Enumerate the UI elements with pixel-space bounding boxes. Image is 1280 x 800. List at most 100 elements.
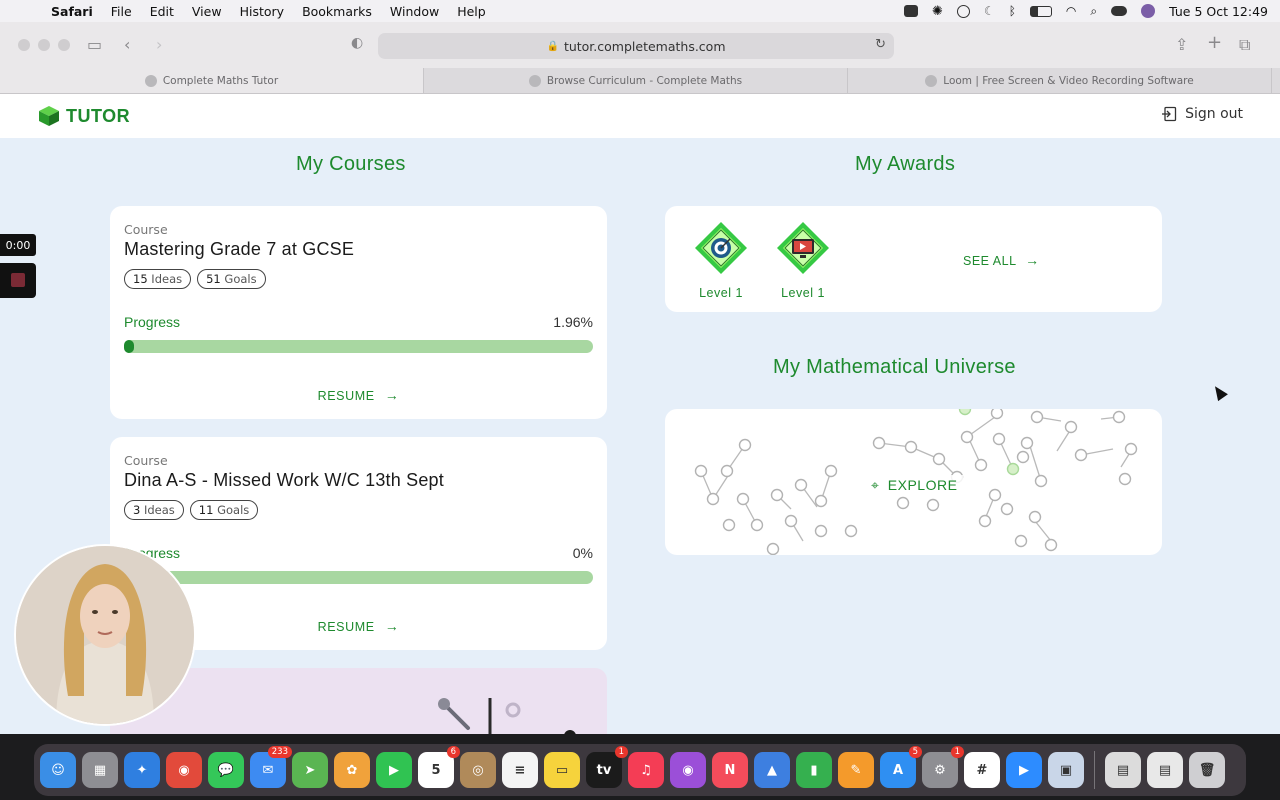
spotlight-search-icon[interactable]: ⌕ (1090, 4, 1097, 19)
sidebar-toggle-icon[interactable]: ▭ (87, 35, 102, 54)
menu-help[interactable]: Help (448, 4, 495, 19)
mathematical-universe-card[interactable]: ⌖ EXPLORE (665, 409, 1162, 555)
tutor-logo[interactable]: TUTOR (38, 105, 130, 127)
resume-label: RESUME (317, 620, 375, 634)
zoom-status-icon[interactable] (904, 5, 919, 17)
goals-chip: 51 Goals (197, 269, 266, 289)
wifi-icon[interactable]: ◠ (1066, 4, 1076, 18)
back-icon[interactable]: ‹ (124, 35, 130, 54)
photos-icon[interactable]: ✿ (334, 752, 370, 788)
macos-dock: ☺ ▦ ✦ ◉ 💬 ✉ 233 ➤ ✿ ▶ 5 6 ◎ ≡ ▭ tv 1 ♫ ◉ N ▲ ▮ ✎ A 5 ⚙ 1 # ▶ ▣ ▤ ▤ 🗑 (34, 744, 1246, 796)
calendar-icon[interactable]: 56 (418, 746, 460, 788)
tab-title: Complete Maths Tutor (162, 74, 279, 87)
sign-out-button[interactable]: Sign out (1161, 106, 1243, 122)
finder-icon[interactable]: ☺ (40, 752, 76, 788)
window-controls (18, 39, 70, 51)
contacts-icon[interactable]: ◎ (460, 752, 496, 788)
webcam-bubble[interactable] (16, 546, 194, 724)
award-badge[interactable]: Level 1 (773, 220, 833, 300)
notification-badge: 6 (446, 746, 460, 758)
sign-out-icon (1162, 106, 1177, 122)
menu-view[interactable]: View (183, 4, 231, 19)
menu-history[interactable]: History (231, 4, 293, 19)
macos-menubar: Safari File Edit View History Bookmarks … (0, 0, 1280, 22)
explore-button[interactable]: ⌖ EXPLORE (865, 475, 964, 496)
course-title[interactable]: Mastering Grade 7 at GCSE (124, 239, 354, 260)
numbers-icon[interactable]: ▮ (796, 752, 832, 788)
progress-bar (124, 340, 593, 353)
award-level: Level 1 (699, 286, 743, 300)
tab-loom[interactable]: Loom | Free Screen & Video Recording Sof… (848, 68, 1272, 93)
facetime-icon[interactable]: ▶ (376, 752, 412, 788)
reminders-icon[interactable]: ≡ (502, 752, 538, 788)
course-type-label: Course (124, 222, 168, 237)
news-icon[interactable]: N (712, 752, 748, 788)
awards-card: Level 1 Level 1 SEE ALL → (665, 206, 1162, 312)
minimize-window-button[interactable] (38, 39, 50, 51)
forward-icon[interactable]: › (156, 35, 162, 54)
tab-overview-icon[interactable]: ⧉ (1239, 35, 1250, 55)
notification-badge: 5 (908, 746, 922, 758)
menu-edit[interactable]: Edit (141, 4, 183, 19)
reload-icon[interactable]: ↻ (875, 37, 886, 52)
chrome-icon[interactable]: ◉ (166, 752, 202, 788)
promo-card (110, 668, 607, 734)
menu-file[interactable]: File (102, 4, 141, 19)
pages-icon[interactable]: ✎ (838, 752, 874, 788)
notes-icon[interactable]: ▭ (544, 752, 580, 788)
preview-icon[interactable]: ▣ (1048, 752, 1084, 788)
resume-button[interactable]: RESUME → (110, 387, 607, 403)
system-preferences-icon[interactable]: ⚙ 1 (922, 746, 964, 788)
record-status-icon[interactable] (956, 4, 970, 18)
launchpad-icon[interactable]: ▦ (82, 752, 118, 788)
see-all-awards-link[interactable]: SEE ALL → (963, 252, 1040, 268)
privacy-shield-icon[interactable]: ◐ (351, 35, 363, 51)
messages-icon[interactable]: 💬 (208, 752, 244, 788)
moon-icon[interactable]: ☾ (984, 4, 995, 18)
trash-icon[interactable]: 🗑 (1189, 752, 1225, 788)
notification-badge: 233 (267, 746, 292, 758)
podcasts-icon[interactable]: ◉ (670, 752, 706, 788)
tab-complete-maths-tutor[interactable]: Complete Maths Tutor (0, 68, 424, 93)
menu-bookmarks[interactable]: Bookmarks (293, 4, 381, 19)
target-icon (695, 222, 747, 274)
loom-stop-button[interactable] (0, 263, 36, 298)
my-courses-heading: My Courses (296, 153, 406, 175)
brightness-icon[interactable]: ✺ (932, 4, 943, 19)
ideas-count: 15 (133, 272, 148, 286)
battery-icon[interactable] (1029, 5, 1052, 17)
safari-icon[interactable]: ✦ (124, 752, 160, 788)
course-title[interactable]: Dina A-S - Missed Work W/C 13th Sept (124, 470, 444, 491)
maps-icon[interactable]: ➤ (292, 752, 328, 788)
zoom-window-button[interactable] (58, 39, 70, 51)
progress-value: 0% (572, 545, 593, 561)
music-icon[interactable]: ♫ (628, 752, 664, 788)
app-store-icon[interactable]: A5 (880, 746, 922, 788)
documents-stack-icon[interactable]: ▤ (1147, 752, 1183, 788)
close-window-button[interactable] (18, 39, 30, 51)
mail-icon[interactable]: ✉ 233 (250, 746, 292, 788)
tutor-favicon-icon (144, 74, 157, 87)
menubar-status-area: ✺ ☾ ᛒ ◠ ⌕ Tue 5 Oct 12:49 (904, 0, 1268, 22)
siri-icon[interactable] (1141, 4, 1156, 18)
course-stats: 3 Ideas 11 Goals (124, 500, 259, 520)
slack-icon[interactable]: # (964, 752, 1000, 788)
new-tab-icon[interactable]: + (1207, 32, 1222, 53)
tab-browse-curriculum[interactable]: Browse Curriculum - Complete Maths (424, 68, 848, 93)
share-icon[interactable]: ⇪ (1175, 35, 1188, 54)
cube-logo-icon (39, 106, 59, 126)
downloads-stack-icon[interactable]: ▤ (1105, 752, 1141, 788)
ideas-chip: 3 Ideas (124, 500, 184, 520)
menubar-clock[interactable]: Tue 5 Oct 12:49 (1169, 4, 1268, 19)
menu-app-name[interactable]: Safari (42, 4, 102, 19)
arrow-right-icon: → (384, 618, 400, 634)
tv-icon[interactable]: tv 1 (586, 746, 628, 788)
control-center-icon[interactable] (1111, 6, 1128, 16)
keynote-icon[interactable]: ▲ (754, 752, 790, 788)
bluetooth-icon[interactable]: ᛒ (1009, 4, 1016, 18)
course-card[interactable]: Course Mastering Grade 7 at GCSE 15 Idea… (110, 206, 607, 419)
address-bar[interactable]: 🔒 tutor.completemaths.com ↻ (378, 33, 894, 59)
menu-window[interactable]: Window (381, 4, 448, 19)
award-badge[interactable]: Level 1 (691, 220, 751, 300)
zoom-icon[interactable]: ▶ (1006, 752, 1042, 788)
